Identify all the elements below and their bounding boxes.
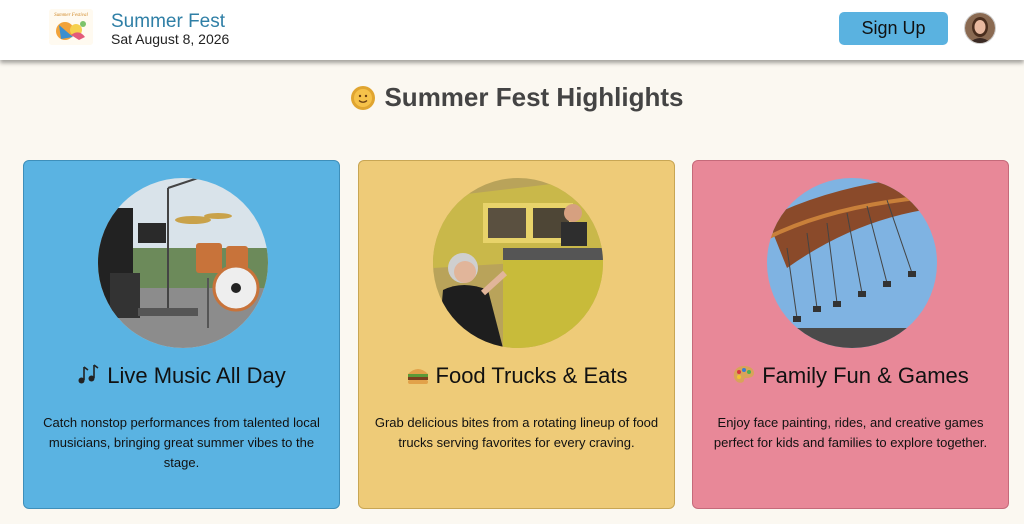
card-title-text: Family Fun & Games xyxy=(762,363,969,388)
page-title: Summer Fest Highlights xyxy=(0,82,1024,118)
live-music-photo xyxy=(98,178,268,348)
card-title-text: Food Trucks & Eats xyxy=(435,363,628,388)
sign-up-button[interactable]: Sign Up xyxy=(839,12,948,45)
highlight-card-family-fun[interactable]: Family Fun & Games Enjoy face painting, … xyxy=(692,160,1009,509)
page-title-text: Summer Fest Highlights xyxy=(384,82,684,112)
card-title-text: Live Music All Day xyxy=(107,363,286,388)
sun-icon xyxy=(350,85,376,118)
svg-text:Summer Festival: Summer Festival xyxy=(54,13,88,18)
music-notes-icon xyxy=(77,364,101,392)
card-description: Grab delicious bites from a rotating lin… xyxy=(374,415,659,450)
palette-icon xyxy=(732,364,756,392)
card-title: Family Fun & Games xyxy=(693,363,1008,392)
user-avatar[interactable] xyxy=(964,12,996,44)
food-trucks-photo xyxy=(433,178,603,348)
highlight-card-live-music[interactable]: Live Music All Day Catch nonstop perform… xyxy=(23,160,340,509)
card-description: Enjoy face painting, rides, and creative… xyxy=(713,415,988,450)
event-date: Sat August 8, 2026 xyxy=(111,31,230,47)
site-header: Summer Festival Summer Fest Sat August 8… xyxy=(0,0,1024,60)
event-name[interactable]: Summer Fest xyxy=(111,11,225,33)
highlight-card-food-trucks[interactable]: Food Trucks & Eats Grab delicious bites … xyxy=(358,160,675,509)
card-description: Catch nonstop performances from talented… xyxy=(43,415,320,470)
burger-icon xyxy=(406,364,430,392)
card-title: Live Music All Day xyxy=(24,363,339,392)
family-fun-photo xyxy=(767,178,937,348)
festival-logo[interactable]: Summer Festival xyxy=(49,9,93,45)
card-title: Food Trucks & Eats xyxy=(359,363,674,392)
